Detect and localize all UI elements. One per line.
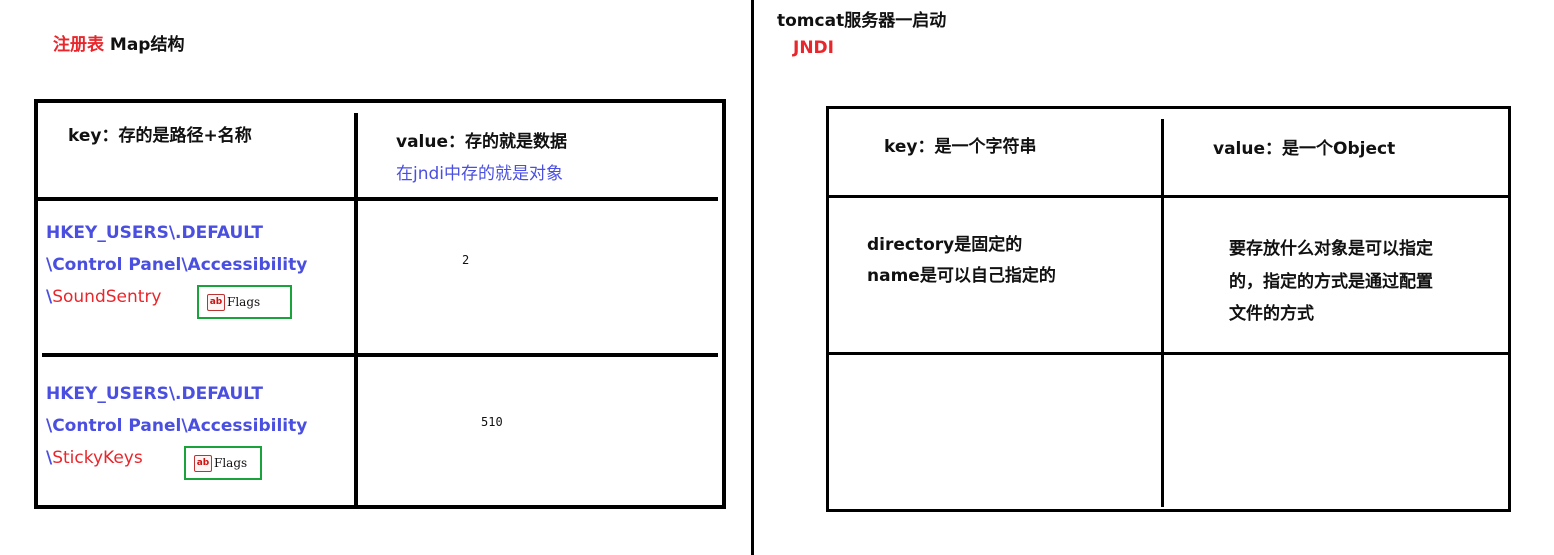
registry-string-value-icon: ab [207,293,225,311]
row1-value-line1: 要存放什么对象是可以指定 [1229,239,1433,259]
row2-path-line3: \StickyKeys [46,442,143,474]
row2-path-name: StickyKeys [52,448,143,468]
row1-path-line3: \SoundSentry [46,281,162,313]
registry-title-suffix: Map结构 [104,35,185,55]
section-divider [751,0,754,555]
row1-path-line2: \Control Panel\Accessibility [46,255,308,275]
row1-key-line2: name是可以自己指定的 [867,266,1056,286]
registry-title-highlight: 注册表 [53,35,104,55]
row1-value-line3: 文件的方式 [1229,304,1314,324]
row1-value: 2 [462,253,470,267]
row1-flag-label: Flags [227,295,261,309]
row1-value-line2: 的，指定的方式是通过配置 [1229,272,1433,292]
row1-path-name: SoundSentry [52,287,162,307]
row1-flag-box: ab Flags [197,285,292,319]
header-key: key：存的是路径+名称 [68,126,252,146]
header-value: value：是一个Object [1213,139,1396,159]
row2-path-line2: \Control Panel\Accessibility [46,416,308,436]
jndi-map-table: key：是一个字符串 value：是一个Object directory是固定的… [826,106,1511,512]
table-row-divider [42,353,718,357]
row2-path-line1: HKEY_USERS\.DEFAULT [46,384,263,404]
registry-map-table: key：存的是路径+名称 value：存的就是数据 在jndi中存的就是对象 H… [34,99,726,509]
header-value-note: 在jndi中存的就是对象 [396,164,564,184]
table-row-divider [38,197,718,201]
row2-flag-label: Flags [214,456,248,470]
table-column-divider [1161,119,1164,507]
table-column-divider [354,113,358,505]
registry-title: 注册表 Map结构 [53,30,184,55]
tomcat-title: tomcat服务器一启动 [777,11,947,31]
table-row-divider [829,352,1508,355]
header-key: key：是一个字符串 [884,137,1037,157]
header-value: value：存的就是数据 [396,132,568,152]
row2-value: 510 [481,415,503,429]
row1-key-line1: directory是固定的 [867,235,1023,255]
row2-flag-box: ab Flags [184,446,262,480]
jndi-subtitle: JNDI [793,38,834,58]
registry-string-value-icon: ab [194,454,212,472]
table-row-divider [829,195,1508,198]
row1-path-line1: HKEY_USERS\.DEFAULT [46,223,263,243]
